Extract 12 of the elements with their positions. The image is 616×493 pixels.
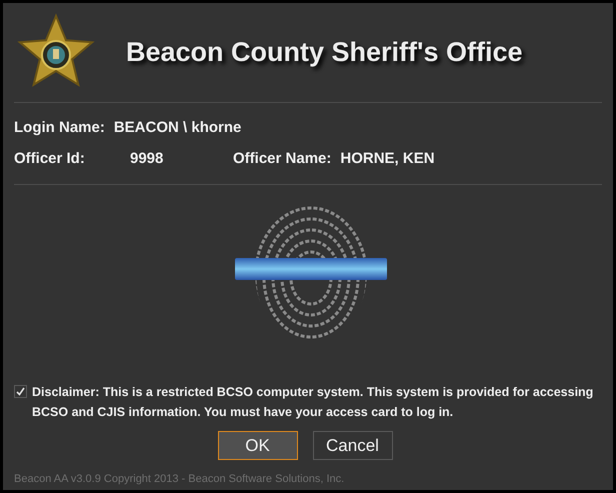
field-label: Officer Name:	[233, 148, 332, 168]
copyright-text: Beacon AA v3.0.9 Copyright 2013 - Beacon Software Solutions, Inc.	[14, 472, 346, 486]
field-value: 9998	[130, 148, 164, 168]
field-value: BEACON \ khorne	[114, 118, 242, 138]
disclaimer-checkbox[interactable]	[14, 385, 27, 398]
field-label: Login Name:	[14, 118, 105, 138]
field-label: Officer Id:	[14, 148, 86, 168]
ok-button[interactable]: OK	[218, 431, 298, 460]
disclaimer-text: Disclaimer: This is a restricted BCSO computer system. This system is provided for accessing BCSO and CJIS information. You must have your access card to log in.	[32, 384, 594, 421]
field-value: HORNE, KEN	[340, 148, 435, 168]
cancel-button[interactable]: Cancel	[312, 431, 392, 460]
window-title: Beacon County Sheriff's Office	[126, 36, 522, 70]
